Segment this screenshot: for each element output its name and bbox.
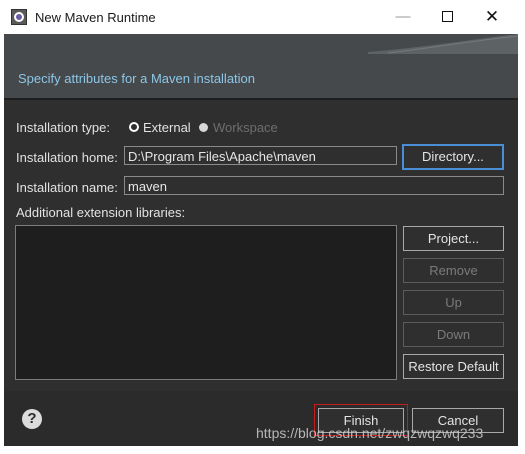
close-icon[interactable]: ✕	[469, 3, 515, 31]
radio-workspace-label[interactable]: Workspace	[213, 120, 278, 135]
banner-graphic	[368, 34, 518, 54]
maximize-icon[interactable]	[424, 3, 470, 31]
installation-home-label: Installation home:	[16, 150, 118, 165]
remove-button[interactable]: Remove	[403, 258, 504, 283]
minimize-icon[interactable]: —	[380, 3, 426, 31]
radio-workspace[interactable]	[199, 123, 208, 132]
banner-separator	[4, 98, 518, 100]
restore-default-button[interactable]: Restore Default	[403, 354, 504, 379]
installation-name-field[interactable]: maven	[124, 176, 504, 195]
radio-external[interactable]	[129, 122, 139, 132]
installation-name-label: Installation name:	[16, 180, 118, 195]
window-title: New Maven Runtime	[35, 10, 156, 25]
directory-button[interactable]: Directory...	[402, 144, 504, 170]
wizard-banner: Specify attributes for a Maven installat…	[4, 34, 518, 98]
maven-runtime-dialog: New Maven Runtime — ✕ Specify attributes…	[4, 0, 518, 446]
banner-message: Specify attributes for a Maven installat…	[18, 71, 256, 86]
radio-external-label[interactable]: External	[143, 120, 191, 135]
extension-libraries-label: Additional extension libraries:	[16, 205, 186, 220]
installation-type-label: Installation type:	[16, 120, 110, 135]
extension-libraries-list[interactable]	[15, 225, 397, 380]
installation-home-field[interactable]: D:\Program Files\Apache\maven	[124, 146, 397, 165]
eclipse-app-icon	[11, 9, 27, 25]
watermark-text: https://blog.csdn.net/zwqzwqzwq233	[256, 425, 484, 441]
up-button[interactable]: Up	[403, 290, 504, 315]
help-icon[interactable]: ?	[22, 409, 42, 429]
project-button[interactable]: Project...	[403, 226, 504, 251]
title-bar[interactable]: New Maven Runtime — ✕	[4, 0, 518, 34]
down-button[interactable]: Down	[403, 322, 504, 347]
